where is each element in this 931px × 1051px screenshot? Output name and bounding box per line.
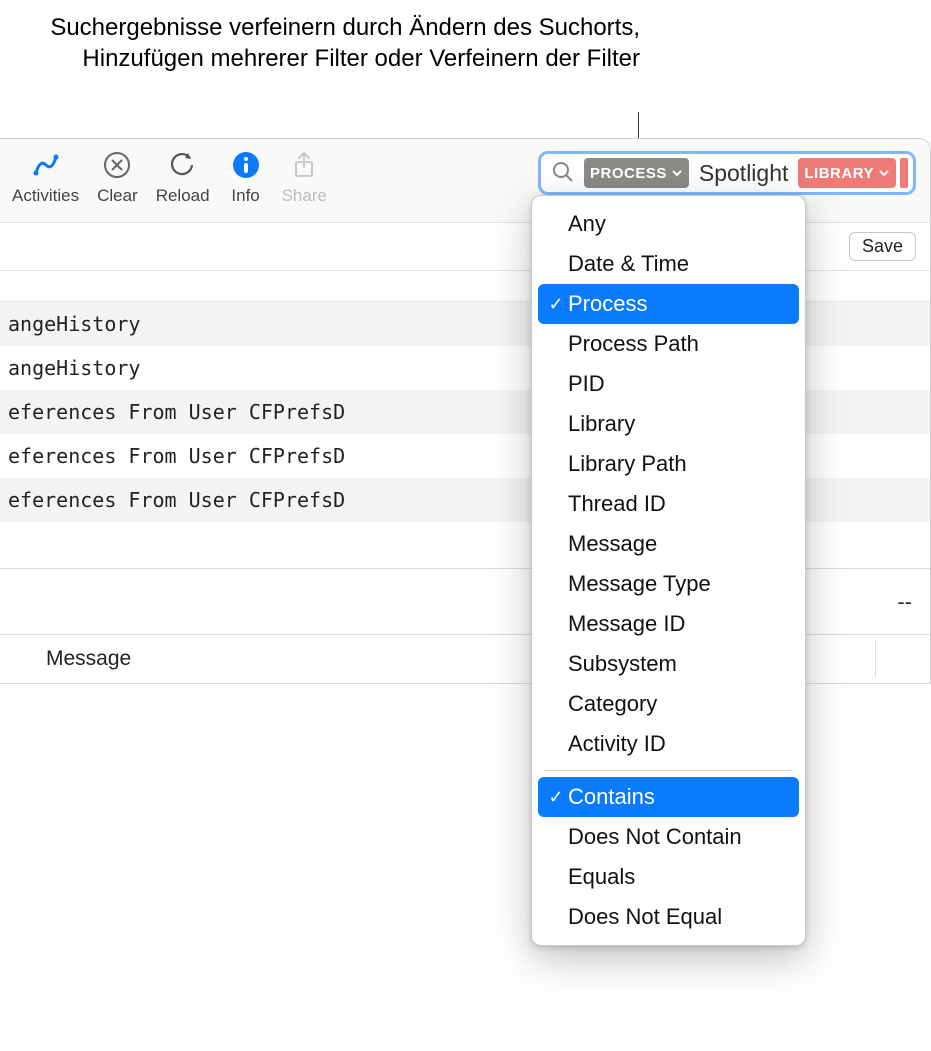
dropdown-item-label: Equals bbox=[568, 864, 635, 890]
dropdown-item-label: Subsystem bbox=[568, 651, 677, 677]
dropdown-item-label: Activity ID bbox=[568, 731, 666, 757]
dropdown-item[interactable]: Date & Time bbox=[532, 244, 805, 284]
callout-text: Suchergebnisse verfeinern durch Ändern d… bbox=[0, 12, 640, 74]
dropdown-item[interactable]: Does Not Equal bbox=[532, 897, 805, 937]
dropdown-item[interactable]: Category bbox=[532, 684, 805, 724]
activities-button[interactable]: Activities bbox=[12, 147, 79, 206]
info-icon bbox=[228, 147, 264, 183]
reload-icon bbox=[165, 147, 201, 183]
dropdown-item-label: Message bbox=[568, 531, 657, 557]
filter-dropdown: AnyDate & Time✓ProcessProcess PathPIDLib… bbox=[531, 195, 806, 946]
reload-label: Reload bbox=[156, 186, 210, 206]
filter-token-library[interactable]: LIBRARY bbox=[798, 158, 896, 188]
share-icon bbox=[286, 147, 322, 183]
chevron-down-icon bbox=[878, 167, 890, 179]
dropdown-item[interactable]: Library Path bbox=[532, 444, 805, 484]
dropdown-item-label: Does Not Contain bbox=[568, 824, 742, 850]
reload-button[interactable]: Reload bbox=[156, 147, 210, 206]
clear-icon bbox=[99, 147, 135, 183]
dropdown-item-label: Category bbox=[568, 691, 657, 717]
clear-label: Clear bbox=[97, 186, 138, 206]
column-separator[interactable] bbox=[875, 641, 876, 677]
save-button[interactable]: Save bbox=[849, 232, 916, 261]
dropdown-item-label: Message ID bbox=[568, 611, 685, 637]
dropdown-item[interactable]: Does Not Contain bbox=[532, 817, 805, 857]
dropdown-item[interactable]: ✓Process bbox=[538, 284, 799, 324]
share-button: Share bbox=[282, 147, 327, 206]
clear-button[interactable]: Clear bbox=[97, 147, 138, 206]
dropdown-separator bbox=[544, 770, 793, 771]
column-header-label: Message bbox=[46, 647, 131, 670]
activities-icon bbox=[28, 147, 64, 183]
filter-token-library-label: LIBRARY bbox=[804, 165, 874, 182]
dropdown-item-label: Any bbox=[568, 211, 606, 237]
dropdown-item-label: Does Not Equal bbox=[568, 904, 722, 930]
dropdown-item[interactable]: Message Type bbox=[532, 564, 805, 604]
search-field[interactable]: PROCESS Spotlight LIBRARY bbox=[538, 151, 916, 195]
dropdown-item-label: Contains bbox=[568, 784, 655, 810]
details-placeholder: -- bbox=[897, 589, 912, 615]
filter-token-tail bbox=[900, 158, 908, 188]
dropdown-item[interactable]: Message ID bbox=[532, 604, 805, 644]
dropdown-item[interactable]: Equals bbox=[532, 857, 805, 897]
search-value[interactable]: Spotlight bbox=[693, 158, 795, 188]
dropdown-item-label: Thread ID bbox=[568, 491, 666, 517]
dropdown-item-label: Process bbox=[568, 291, 647, 317]
dropdown-item[interactable]: Library bbox=[532, 404, 805, 444]
dropdown-item[interactable]: Message bbox=[532, 524, 805, 564]
dropdown-item-label: Library Path bbox=[568, 451, 687, 477]
dropdown-item-label: Process Path bbox=[568, 331, 699, 357]
filter-token-process-label: PROCESS bbox=[590, 165, 667, 182]
dropdown-item[interactable]: Thread ID bbox=[532, 484, 805, 524]
dropdown-item-label: PID bbox=[568, 371, 605, 397]
dropdown-item-label: Date & Time bbox=[568, 251, 689, 277]
dropdown-item[interactable]: PID bbox=[532, 364, 805, 404]
dropdown-item-label: Library bbox=[568, 411, 635, 437]
filter-token-process[interactable]: PROCESS bbox=[584, 158, 689, 188]
dropdown-item[interactable]: Subsystem bbox=[532, 644, 805, 684]
activities-label: Activities bbox=[12, 186, 79, 206]
dropdown-item-label: Message Type bbox=[568, 571, 711, 597]
search-icon bbox=[552, 161, 576, 185]
check-icon: ✓ bbox=[544, 294, 568, 315]
check-icon: ✓ bbox=[544, 787, 568, 808]
dropdown-item[interactable]: Activity ID bbox=[532, 724, 805, 764]
share-label: Share bbox=[282, 186, 327, 206]
chevron-down-icon bbox=[671, 167, 683, 179]
dropdown-item[interactable]: Process Path bbox=[532, 324, 805, 364]
dropdown-item[interactable]: Any bbox=[532, 204, 805, 244]
dropdown-item[interactable]: ✓Contains bbox=[538, 777, 799, 817]
info-button[interactable]: Info bbox=[228, 147, 264, 206]
info-label: Info bbox=[231, 186, 259, 206]
